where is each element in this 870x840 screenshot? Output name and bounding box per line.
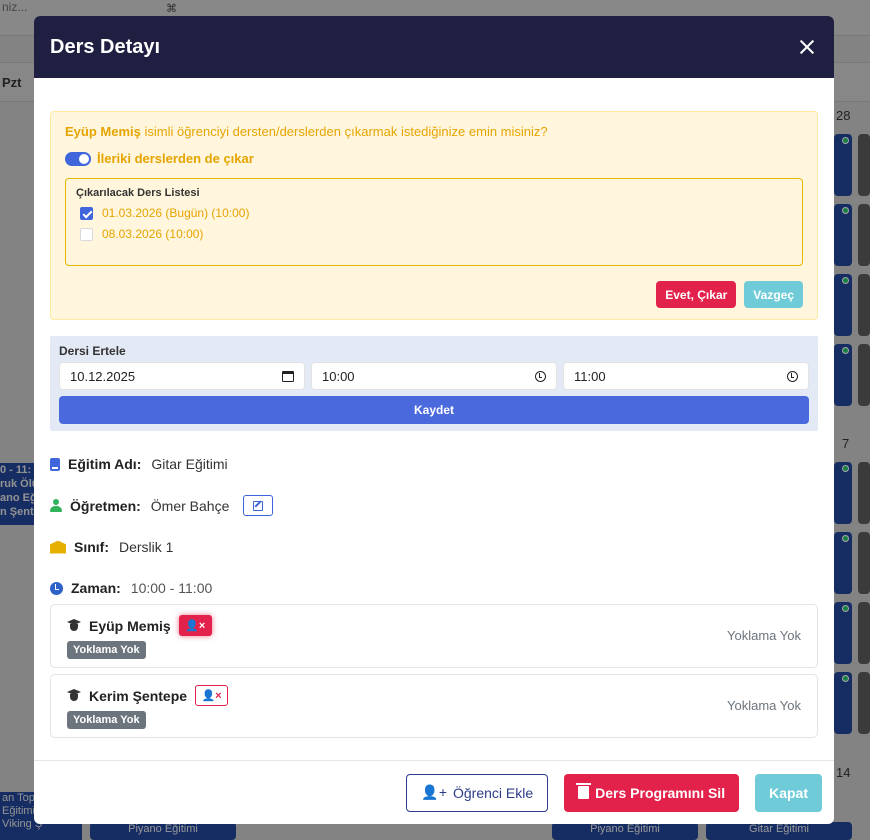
add-student-button[interactable]: 👤+ Öğrenci Ekle bbox=[406, 773, 549, 812]
clock-icon bbox=[50, 581, 63, 595]
book-icon bbox=[50, 457, 60, 471]
student-card: Eyüp Memiş 👤× Yoklama Yok Yoklama Yok bbox=[50, 604, 818, 668]
lessons-list-title: Çıkarılacak Ders Listesi bbox=[76, 187, 200, 199]
postpone-end-time-input[interactable]: 11:00 bbox=[563, 362, 809, 390]
attendance-badge: Yoklama Yok bbox=[67, 711, 146, 729]
user-icon bbox=[50, 499, 62, 512]
save-postpone-button[interactable]: Kaydet bbox=[59, 396, 809, 424]
student-card-header: Kerim Şentepe 👤× bbox=[67, 685, 801, 706]
postpone-inputs: 10.12.2025 10:00 11:00 bbox=[59, 362, 809, 390]
lesson-list-item: 01.03.2026 (Bugün) (10:00) bbox=[76, 206, 792, 220]
future-lessons-toggle-label: İleriki derslerden de çıkar bbox=[97, 151, 254, 166]
lesson-detail-modal: Ders Detayı Eyüp Memiş isimli öğrenciyi … bbox=[34, 16, 834, 824]
warning-message-text: isimli öğrenciyi dersten/derslerden çıka… bbox=[140, 124, 548, 139]
student-card: Kerim Şentepe 👤× Yoklama Yok Yoklama Yok bbox=[50, 674, 818, 738]
lesson-checkbox[interactable] bbox=[80, 206, 93, 220]
class-value: Derslik 1 bbox=[119, 539, 174, 555]
class-row: Sınıf: Derslik 1 bbox=[50, 539, 173, 555]
graduate-icon bbox=[67, 619, 81, 632]
postpone-date-input[interactable]: 10.12.2025 bbox=[59, 362, 305, 390]
class-label: Sınıf: bbox=[74, 539, 109, 555]
time-row: Zaman: 10:00 - 11:00 bbox=[50, 580, 212, 596]
edit-teacher-button[interactable] bbox=[243, 495, 274, 516]
school-icon bbox=[50, 540, 66, 554]
training-label: Eğitim Adı: bbox=[68, 456, 142, 472]
warning-message: Eyüp Memiş isimli öğrenciyi dersten/ders… bbox=[65, 124, 803, 139]
trash-icon bbox=[576, 783, 592, 799]
teacher-label: Öğretmen: bbox=[70, 497, 141, 514]
postpone-date-value: 10.12.2025 bbox=[70, 368, 136, 384]
close-icon[interactable] bbox=[796, 36, 818, 58]
add-user-icon: 👤+ bbox=[421, 784, 447, 800]
add-student-label: Öğrenci Ekle bbox=[453, 784, 534, 801]
time-label: Zaman: bbox=[71, 580, 121, 596]
postpone-end-value: 11:00 bbox=[574, 368, 606, 384]
warning-actions: Evet, Çıkar Vazgeç bbox=[656, 281, 803, 308]
remove-student-warning: Eyüp Memiş isimli öğrenciyi dersten/ders… bbox=[50, 111, 818, 320]
attendance-status: Yoklama Yok bbox=[727, 628, 801, 643]
student-name: Eyüp Memiş bbox=[89, 617, 171, 634]
lesson-label: 08.03.2026 (10:00) bbox=[102, 227, 204, 241]
student-name: Kerim Şentepe bbox=[89, 687, 188, 704]
lesson-label: 01.03.2026 (Bugün) (10:00) bbox=[102, 206, 250, 220]
warning-student-name: Eyüp Memiş bbox=[65, 124, 141, 139]
confirm-remove-button[interactable]: Evet, Çıkar bbox=[656, 281, 737, 308]
lessons-to-remove-list: Çıkarılacak Ders Listesi 01.03.2026 (Bug… bbox=[65, 178, 803, 266]
training-value: Gitar Eğitimi bbox=[151, 456, 228, 472]
lesson-checkbox[interactable] bbox=[80, 227, 93, 241]
calendar-icon[interactable] bbox=[282, 370, 294, 382]
modal-header: Ders Detayı bbox=[34, 16, 834, 78]
clock-icon[interactable] bbox=[787, 370, 798, 382]
student-card-header: Eyüp Memiş 👤× bbox=[67, 615, 801, 636]
delete-program-label: Ders Programını Sil bbox=[595, 784, 726, 801]
cancel-remove-button[interactable]: Vazgeç bbox=[744, 281, 803, 308]
remove-student-button[interactable]: 👤× bbox=[195, 685, 229, 706]
modal-title: Ders Detayı bbox=[50, 35, 161, 58]
delete-program-button[interactable]: Ders Programını Sil bbox=[564, 773, 740, 812]
future-lessons-toggle-row: İleriki derslerden de çıkar bbox=[65, 151, 803, 166]
close-button[interactable]: Kapat bbox=[755, 773, 822, 812]
training-row: Eğitim Adı: Gitar Eğitimi bbox=[50, 456, 228, 472]
remove-student-button[interactable]: 👤× bbox=[178, 615, 212, 636]
postpone-section: Dersi Ertele 10.12.2025 10:00 11:00 Kayd… bbox=[50, 336, 818, 431]
postpone-start-value: 10:00 bbox=[322, 368, 355, 384]
modal-body: Eyüp Memiş isimli öğrenciyi dersten/ders… bbox=[34, 78, 834, 760]
lesson-list-item: 08.03.2026 (10:00) bbox=[76, 227, 792, 241]
edit-icon bbox=[253, 500, 264, 511]
attendance-status: Yoklama Yok bbox=[727, 698, 801, 713]
graduate-icon bbox=[67, 689, 81, 702]
postpone-label: Dersi Ertele bbox=[59, 344, 126, 358]
postpone-start-time-input[interactable]: 10:00 bbox=[311, 362, 557, 390]
teacher-row: Öğretmen: Ömer Bahçe bbox=[50, 495, 274, 516]
clock-icon[interactable] bbox=[535, 370, 546, 382]
attendance-badge: Yoklama Yok bbox=[67, 641, 146, 659]
time-value: 10:00 - 11:00 bbox=[130, 580, 213, 596]
future-lessons-toggle[interactable] bbox=[65, 151, 91, 166]
teacher-value: Ömer Bahçe bbox=[150, 497, 230, 514]
modal-footer: 👤+ Öğrenci Ekle Ders Programını Sil Kapa… bbox=[34, 760, 834, 824]
